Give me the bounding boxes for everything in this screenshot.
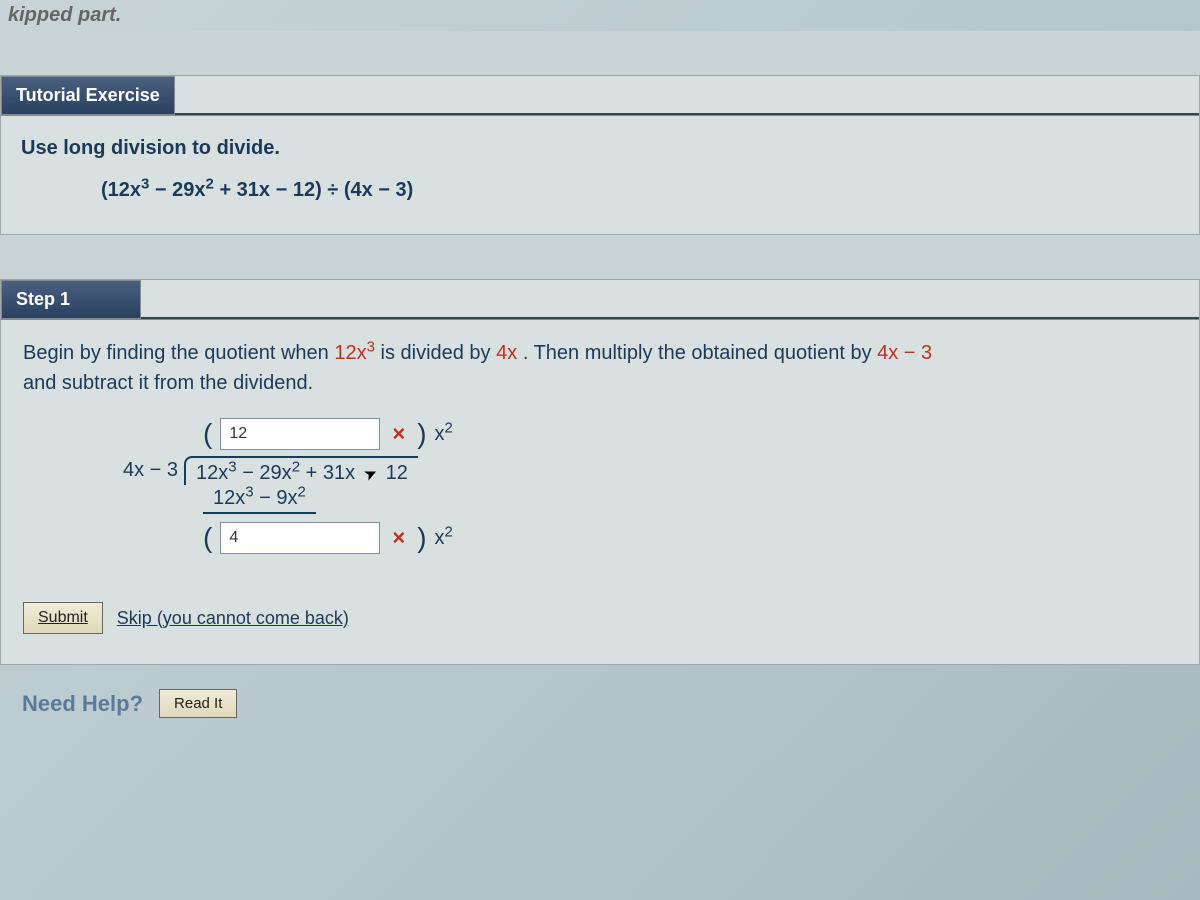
dividend: 12x3 − 29x2 + 31x ➤ 12 [184,456,418,485]
open-paren-2: ( [203,522,212,554]
cursor-icon: ➤ [360,462,381,486]
skipped-part-label: kipped part. [0,0,1200,31]
tutorial-exercise-header: Tutorial Exercise [1,76,175,115]
open-paren-1: ( [203,418,212,450]
step1-instruction: Begin by finding the quotient when 12x3 … [23,338,1177,398]
wrong-icon: × [392,525,405,551]
step1-header: Step 1 [1,280,141,319]
tutorial-instruction: Use long division to divide. [21,132,1179,164]
quotient-input-2[interactable] [220,522,380,554]
divisor: 4x − 3 [123,459,184,482]
skip-link[interactable]: Skip (you cannot come back) [117,608,349,629]
close-paren-2: ) [417,522,426,554]
quotient-input-1[interactable] [220,418,380,450]
close-paren-1: ) [417,418,426,450]
submit-button[interactable]: Submit [23,602,103,634]
x-squared-label-1: x2 [435,423,453,446]
problem-expression: (12x3 − 29x2 + 31x − 12) ÷ (4x − 3) [21,164,1179,206]
need-help-label: Need Help? [22,691,143,717]
wrong-icon: × [392,421,405,447]
subtraction-row: 12x3 − 9x2 [203,485,316,514]
x-squared-label-2: x2 [435,527,453,550]
read-it-button[interactable]: Read It [159,689,237,718]
